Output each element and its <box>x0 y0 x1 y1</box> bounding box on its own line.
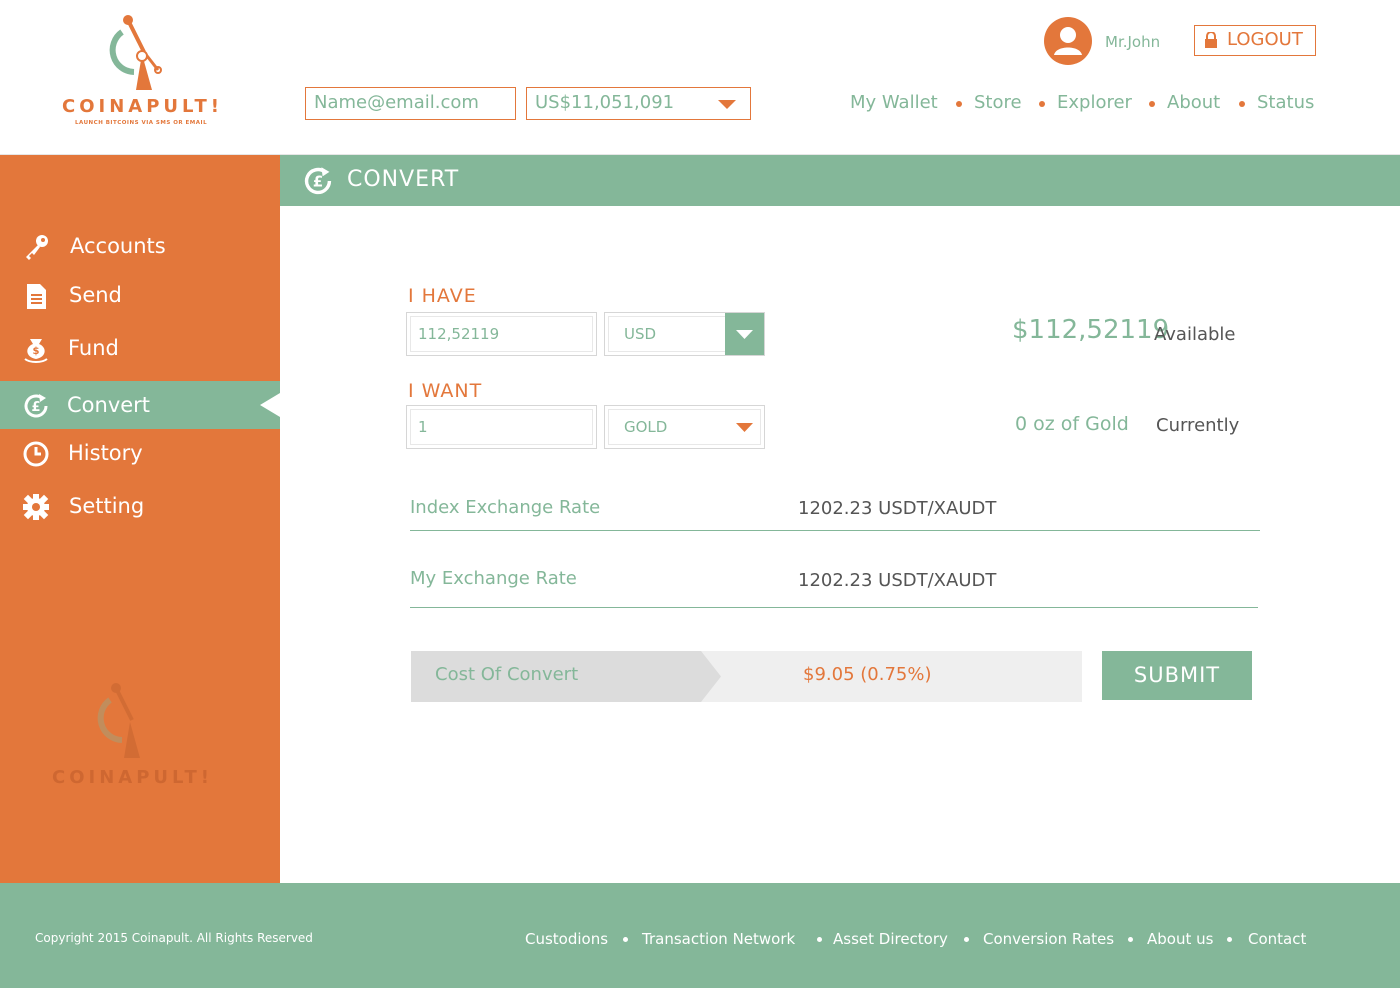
logo-watermark-icon <box>97 683 140 758</box>
coinapult-logo-icon[interactable] <box>108 12 170 92</box>
have-label: I HAVE <box>408 285 477 307</box>
clock-icon <box>23 441 49 467</box>
have-amount-input[interactable]: 112,52119 <box>406 312 597 356</box>
footer: Copyright 2015 Coinapult. All Rights Res… <box>0 883 1400 988</box>
want-label: I WANT <box>408 380 483 402</box>
cost-bar: Cost Of Convert $9.05 (0.75%) <box>411 651 1082 702</box>
nav-my-wallet[interactable]: My Wallet <box>850 92 938 113</box>
sidebar-item-fund[interactable]: $ Fund <box>0 324 280 372</box>
document-icon <box>27 284 46 309</box>
copyright: Copyright 2015 Coinapult. All Rights Res… <box>35 931 313 945</box>
logout-label: LOGOUT <box>1227 29 1303 50</box>
chevron-down-icon <box>736 330 753 339</box>
cost-label: Cost Of Convert <box>435 664 579 685</box>
want-currency-select[interactable]: GOLD <box>604 405 765 449</box>
current-gold-amount: 0 oz of Gold <box>1015 413 1129 435</box>
want-amount-value: 1 <box>410 409 593 445</box>
convert-icon: £ <box>24 394 48 418</box>
nav-store[interactable]: Store <box>974 92 1022 113</box>
submit-button[interactable]: SUBMIT <box>1102 651 1252 700</box>
footer-link-asset-directory[interactable]: Asset Directory <box>833 930 948 948</box>
key-icon <box>26 235 48 260</box>
footer-separator <box>623 937 628 942</box>
sidebar-item-label: Setting <box>69 494 145 518</box>
nav-separator <box>1039 101 1045 107</box>
logout-button[interactable]: LOGOUT <box>1194 25 1316 56</box>
sidebar-item-setting[interactable]: Setting <box>0 482 280 530</box>
convert-icon: £ <box>304 167 332 195</box>
nav-separator <box>1149 101 1155 107</box>
footer-link-custodions[interactable]: Custodions <box>525 930 608 948</box>
svg-text:$: $ <box>33 346 40 357</box>
gear-icon <box>23 494 49 520</box>
index-rate-value: 1202.23 USDT/XAUDT <box>798 498 997 519</box>
nav-explorer[interactable]: Explorer <box>1057 92 1132 113</box>
sidebar-item-label: Convert <box>67 393 151 417</box>
svg-text:£: £ <box>31 400 40 415</box>
sidebar-item-label: Fund <box>68 336 119 360</box>
sidebar-item-accounts[interactable]: Accounts <box>0 222 280 270</box>
have-amount-value: 112,52119 <box>410 316 593 352</box>
footer-separator <box>1128 937 1133 942</box>
avatar[interactable] <box>1043 16 1093 66</box>
current-label: Currently <box>1156 415 1240 436</box>
logo-tagline: LAUNCH BITCOINS VIA SMS OR EMAIL <box>75 120 208 126</box>
logo-wordmark[interactable]: COINAPULT! <box>62 96 223 117</box>
my-rate-value: 1202.23 USDT/XAUDT <box>798 570 997 591</box>
want-amount-input[interactable]: 1 <box>406 405 597 449</box>
chevron-down-icon <box>718 100 736 109</box>
chevron-down-icon <box>736 423 753 432</box>
divider <box>410 530 1260 531</box>
available-label: Available <box>1154 324 1236 345</box>
have-currency-select[interactable]: USD <box>604 312 765 356</box>
nav-separator <box>956 101 962 107</box>
logo-watermark-word: COINAPULT! <box>52 767 213 788</box>
have-currency-value: USD <box>608 316 725 352</box>
footer-separator <box>1227 937 1232 942</box>
footer-separator <box>964 937 969 942</box>
sidebar-item-label: History <box>68 441 143 465</box>
nav-separator <box>1239 101 1245 107</box>
sidebar-item-label: Send <box>69 283 122 307</box>
my-rate-label: My Exchange Rate <box>410 568 577 589</box>
header: COINAPULT! LAUNCH BITCOINS VIA SMS OR EM… <box>0 0 1400 155</box>
footer-link-transaction-network[interactable]: Transaction Network <box>642 930 795 948</box>
balance-select[interactable]: US$11,051,091 <box>526 87 751 120</box>
page-header-bar: £ CONVERT <box>280 155 1400 206</box>
footer-separator <box>817 937 822 942</box>
email-input[interactable]: Name@email.com <box>305 87 516 120</box>
sidebar-item-history[interactable]: History <box>0 429 280 477</box>
have-currency-dropdown-button[interactable] <box>725 313 764 355</box>
available-amount: $112,52119 <box>1012 315 1170 345</box>
sidebar-item-label: Accounts <box>70 234 166 258</box>
page-title: CONVERT <box>347 167 460 192</box>
svg-text:£: £ <box>313 173 323 191</box>
footer-link-about-us[interactable]: About us <box>1147 930 1213 948</box>
cost-value: $9.05 (0.75%) <box>803 664 932 685</box>
sidebar-item-send[interactable]: Send <box>0 271 280 319</box>
coin-bag-icon: $ <box>24 339 48 363</box>
index-rate-label: Index Exchange Rate <box>410 497 601 518</box>
nav-status[interactable]: Status <box>1257 92 1314 113</box>
footer-link-conversion-rates[interactable]: Conversion Rates <box>983 930 1114 948</box>
sidebar: Accounts Send $ Fund £ Convert History S… <box>0 155 280 883</box>
nav-about[interactable]: About <box>1167 92 1220 113</box>
footer-link-contact[interactable]: Contact <box>1248 930 1306 948</box>
lock-icon <box>1205 32 1217 48</box>
balance-value: US$11,051,091 <box>535 92 675 113</box>
sidebar-item-convert[interactable]: £ Convert <box>0 381 280 429</box>
divider <box>410 607 1258 608</box>
user-name[interactable]: Mr.John <box>1105 33 1160 51</box>
